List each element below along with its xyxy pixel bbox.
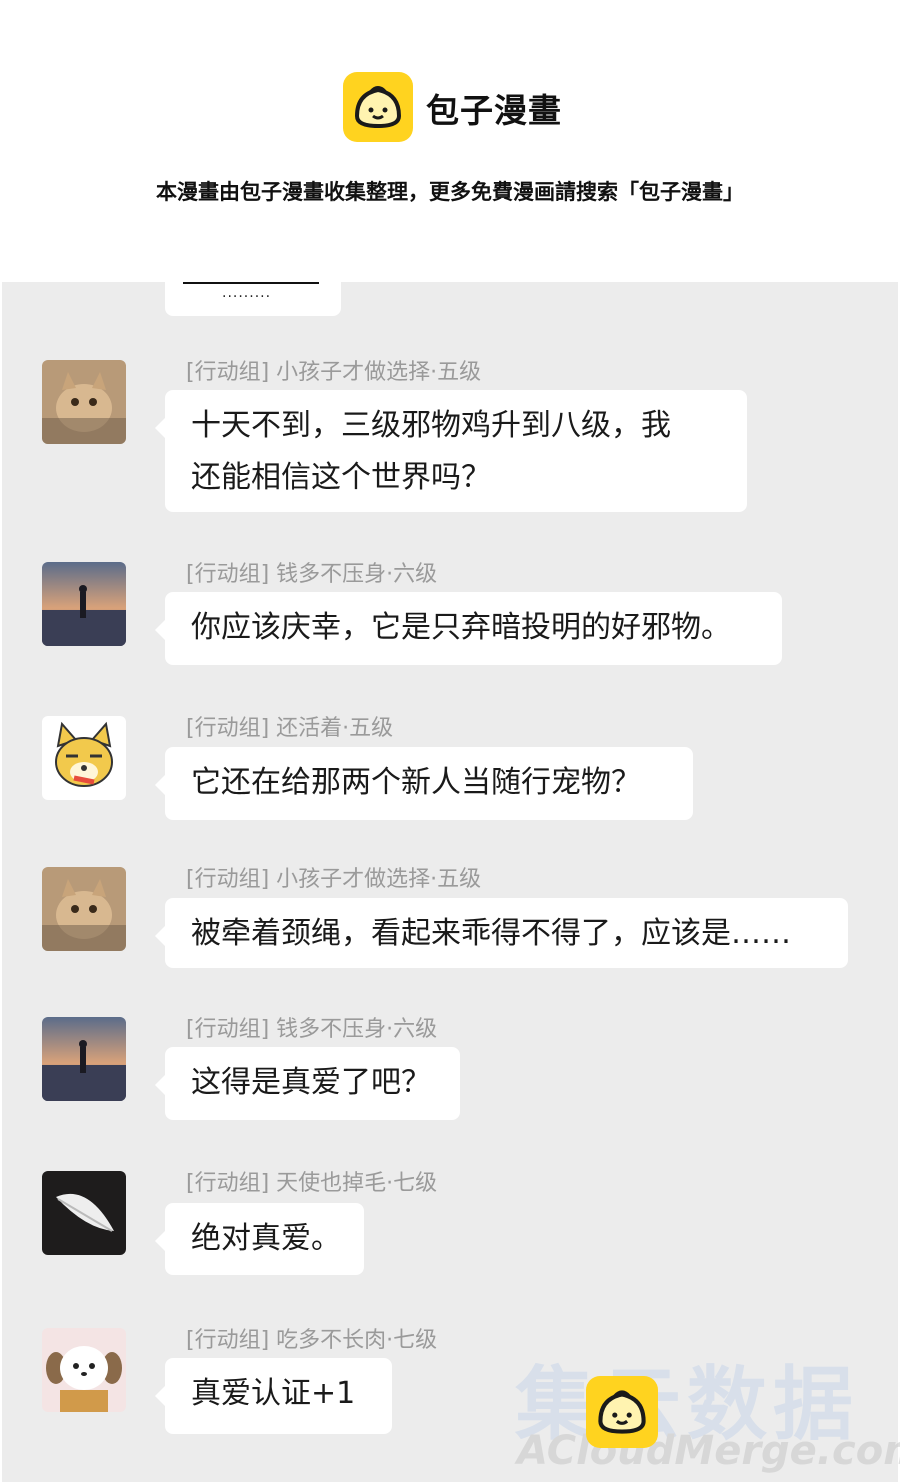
message-line: 还能相信这个世界吗？ [191,460,491,495]
message-bubble: 这得是真爱了吧？ [155,1047,460,1120]
brand-name: 包子漫畫 [426,91,562,130]
message-bubble: 你应该庆幸，它是只弃暗投明的好邪物。 [155,592,782,665]
sender-name: [行动组] 钱多不压身·六级 [186,562,438,587]
message-bubble: 被牵着颈绳，看起来乖得不得了，应该是…… [155,898,848,968]
sunset-silhouette-avatar[interactable] [42,1017,126,1101]
message-line: 这得是真爱了吧？ [191,1065,431,1100]
watermark: 集云数据 ACloudMerge.com [515,1340,900,1474]
cat-avatar[interactable] [42,867,126,951]
puppy-cake-avatar[interactable] [42,1328,126,1412]
message-line: 十天不到，三级邪物鸡升到八级，我 [191,408,671,443]
sender-name: [行动组] 天使也掉毛·七级 [186,1171,438,1196]
sender-name: [行动组] 钱多不压身·六级 [186,1017,438,1042]
app-header: 包子漫畫 本漫畫由包子漫畫收集整理，更多免費漫画請搜索「包子漫畫」 [0,0,900,282]
baozi-logo-icon [343,72,413,142]
message-bubble: 绝对真爱。 [155,1203,364,1275]
sunset-silhouette-avatar[interactable] [42,562,126,646]
message-line: 它还在给那两个新人当随行宠物？ [191,765,641,800]
message-line: 你应该庆幸，它是只弃暗投明的好邪物。 [191,610,731,645]
feather-avatar[interactable] [42,1171,126,1255]
message-line: 绝对真爱。 [191,1221,341,1256]
previous-message-divider [183,282,319,284]
message-line: 真爱认证+1 [191,1376,356,1411]
sender-name: [行动组] 吃多不长肉·七级 [186,1328,438,1353]
message-bubble: 它还在给那两个新人当随行宠物？ [155,747,693,820]
sender-name: [行动组] 还活着·五级 [186,716,394,741]
baozi-logo-icon [586,1376,658,1448]
previous-message-text: ......... [222,285,272,301]
sender-name: [行动组] 小孩子才做选择·五级 [186,360,482,385]
watermark-sub-text: ACloudMerge.com [517,1428,900,1474]
sender-name: [行动组] 小孩子才做选择·五级 [186,867,482,892]
cat-avatar[interactable] [42,360,126,444]
doge-avatar[interactable] [42,716,126,800]
message-bubble: 十天不到，三级邪物鸡升到八级，我 还能相信这个世界吗？ [155,390,747,512]
message-line: 被牵着颈绳，看起来乖得不得了，应该是…… [191,916,791,951]
source-notice: 本漫畫由包子漫畫收集整理，更多免費漫画請搜索「包子漫畫」 [156,180,744,204]
message-bubble: 真爱认证+1 [155,1358,392,1434]
